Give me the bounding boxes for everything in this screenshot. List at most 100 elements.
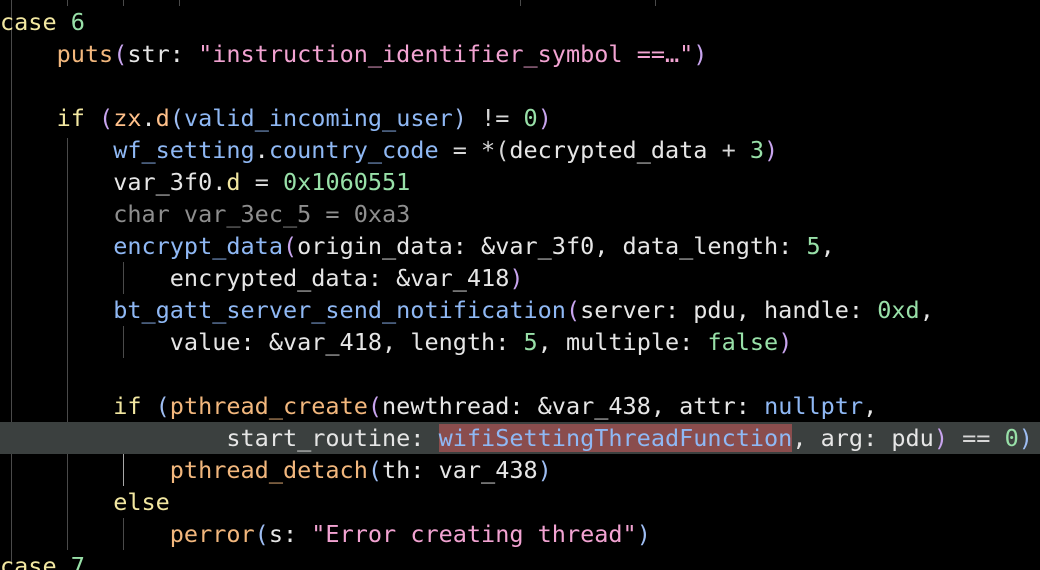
dot-token: . (141, 104, 156, 132)
dimmed-code: char var_3ec_5 = 0xa3 (113, 200, 411, 228)
number-token: 3 (749, 136, 765, 164)
param-label: th: (382, 456, 425, 484)
paren-token: ) (452, 104, 467, 132)
paren-token: ( (113, 40, 128, 68)
field-token: d (226, 168, 241, 196)
code-line[interactable]: case 6 (0, 6, 1040, 38)
argument-token: &var_438, (523, 392, 680, 420)
code-line[interactable]: var_3f0.d = 0x1060551 (0, 166, 1040, 198)
param-label: newthread: (382, 392, 524, 420)
function-token: encrypt_data (113, 232, 283, 260)
code-line[interactable]: if (zx.d(valid_incoming_user) != 0) (0, 102, 1040, 134)
param-label: start_routine: (226, 424, 425, 452)
number-token: 0 (1004, 424, 1019, 452)
selected-identifier[interactable]: wifiSettingThreadFunction (438, 424, 793, 452)
code-line[interactable]: if (pthread_create(newthread: &var_438, … (0, 390, 1040, 422)
paren-token: ) (636, 520, 651, 548)
dot-token: . (254, 136, 269, 164)
param-label: attr: (679, 392, 750, 420)
argument-token: &var_418 (382, 264, 510, 292)
string-token: "Error creating thread" (311, 520, 637, 548)
code-line[interactable]: perror(s: "Error creating thread") (0, 518, 1040, 550)
param-label: arg: (820, 424, 878, 452)
comma-token: , (792, 424, 821, 452)
operator-token: != (466, 104, 524, 132)
number-token: 0 (523, 104, 538, 132)
paren-token: ( (282, 232, 298, 260)
number-token: 0x1060551 (283, 168, 411, 196)
code-line[interactable]: encrypt_data(origin_data: &var_3f0, data… (0, 230, 1040, 262)
comma-token: , (537, 328, 566, 356)
argument-token: var_438 (424, 456, 538, 484)
operator-token: = (240, 168, 283, 196)
paren-token: ) (933, 424, 948, 452)
function-token: bt_gatt_server_send_notification (113, 296, 566, 324)
code-line[interactable]: value: &var_418, length: 5, multiple: fa… (0, 326, 1040, 358)
argument-token: &var_418, (254, 328, 411, 356)
number-token: 5 (806, 232, 821, 260)
argument-token: pdu (877, 424, 934, 452)
operator-token: == (947, 424, 1005, 452)
paren-token: ) (693, 40, 708, 68)
operator-token: + (707, 136, 750, 164)
code-line[interactable]: case 7 (0, 550, 1040, 570)
paren-token: ) (509, 264, 524, 292)
identifier-token: wf_setting (113, 136, 255, 164)
string-token: "instruction_identifier_symbol ==…" (198, 40, 694, 68)
code-line[interactable]: encrypted_data: &var_418) (0, 262, 1040, 294)
function-token: d (155, 104, 170, 132)
number-token: 7 (70, 552, 85, 570)
paren-token: ( (565, 296, 581, 324)
keyword-token: case (0, 8, 57, 36)
function-token: perror (169, 520, 255, 548)
argument-token: &var_3f0, (466, 232, 623, 260)
code-line[interactable]: else (0, 486, 1040, 518)
function-token: puts (56, 40, 114, 68)
boolean-token: false (707, 328, 779, 356)
field-token: country_code (268, 136, 439, 164)
paren-token: ) (537, 104, 552, 132)
param-label: multiple: (565, 328, 694, 356)
operator-token: = *( (438, 136, 510, 164)
paren-token: ( (99, 104, 114, 132)
keyword-token: if (113, 392, 142, 420)
code-editor[interactable]: ) case 6 puts(str: "instruction_identifi… (0, 0, 1040, 570)
argument-token: pdu, (679, 296, 765, 324)
comma-token: , (820, 232, 835, 260)
dot-token: . (212, 168, 227, 196)
null-token: nullptr (764, 392, 864, 420)
keyword-token: case (0, 552, 57, 570)
keyword-token: else (113, 488, 170, 516)
param-label: s: (268, 520, 298, 548)
comma-token: , (863, 392, 878, 420)
function-token: pthread_create (169, 392, 368, 420)
number-token: 0xd (877, 296, 920, 324)
param-label: handle: (764, 296, 864, 324)
paren-token: ) (764, 136, 779, 164)
code-line[interactable]: pthread_detach(th: var_438) (0, 454, 1040, 486)
paren-token: ( (155, 392, 170, 420)
identifier-token: valid_incoming_user (183, 104, 453, 132)
param-label: origin_data: (297, 232, 467, 260)
paren-token: ( (367, 392, 383, 420)
current-code-line[interactable]: start_routine: wifiSettingThreadFunction… (0, 422, 1040, 454)
number-token: 5 (523, 328, 538, 356)
code-line[interactable]: char var_3ec_5 = 0xa3 (0, 198, 1040, 230)
param-label: data_length: (622, 232, 793, 260)
identifier-token: var_3f0 (113, 168, 213, 196)
paren-token: ) (778, 328, 793, 356)
code-line[interactable]: bt_gatt_server_send_notification(server:… (0, 294, 1040, 326)
param-label: encrypted_data: (169, 264, 383, 292)
identifier-token: zx (113, 104, 142, 132)
paren-token: ) (1018, 424, 1033, 452)
identifier-token: decrypted_data (509, 136, 708, 164)
code-line[interactable]: puts(str: "instruction_identifier_symbol… (0, 38, 1040, 70)
code-line[interactable]: wf_setting.country_code = *(decrypted_da… (0, 134, 1040, 166)
